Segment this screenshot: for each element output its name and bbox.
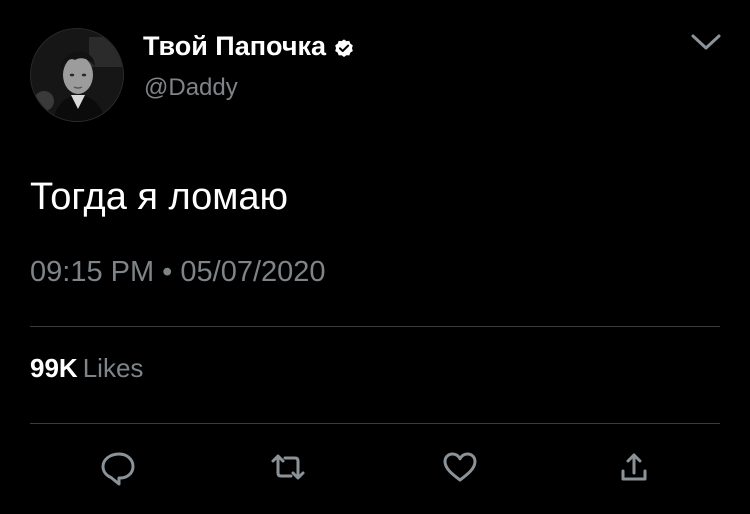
chevron-down-icon[interactable]: [690, 30, 722, 54]
retweet-icon: [271, 454, 305, 480]
share-button[interactable]: [614, 447, 654, 487]
likes-stat[interactable]: 99K Likes: [30, 353, 143, 384]
display-name[interactable]: Твой Папочка: [143, 31, 326, 62]
reply-button[interactable]: [98, 447, 138, 487]
like-button[interactable]: [440, 447, 480, 487]
divider: [30, 326, 720, 327]
divider: [30, 423, 720, 424]
verified-badge-icon: [333, 36, 355, 58]
reply-icon: [101, 452, 135, 486]
avatar[interactable]: [30, 28, 124, 122]
likes-count: 99K: [30, 353, 78, 383]
retweet-button[interactable]: [268, 447, 308, 487]
tweet-text: Тогда я ломаю: [30, 176, 289, 218]
display-name-row[interactable]: Твой Папочка: [143, 31, 355, 62]
share-icon: [621, 453, 647, 481]
avatar-image: [31, 29, 123, 121]
like-icon: [443, 452, 477, 482]
user-handle[interactable]: @Daddy: [144, 74, 238, 102]
tweet-timestamp[interactable]: 09:15 PM • 05/07/2020: [30, 256, 326, 289]
likes-label: Likes: [82, 353, 144, 383]
